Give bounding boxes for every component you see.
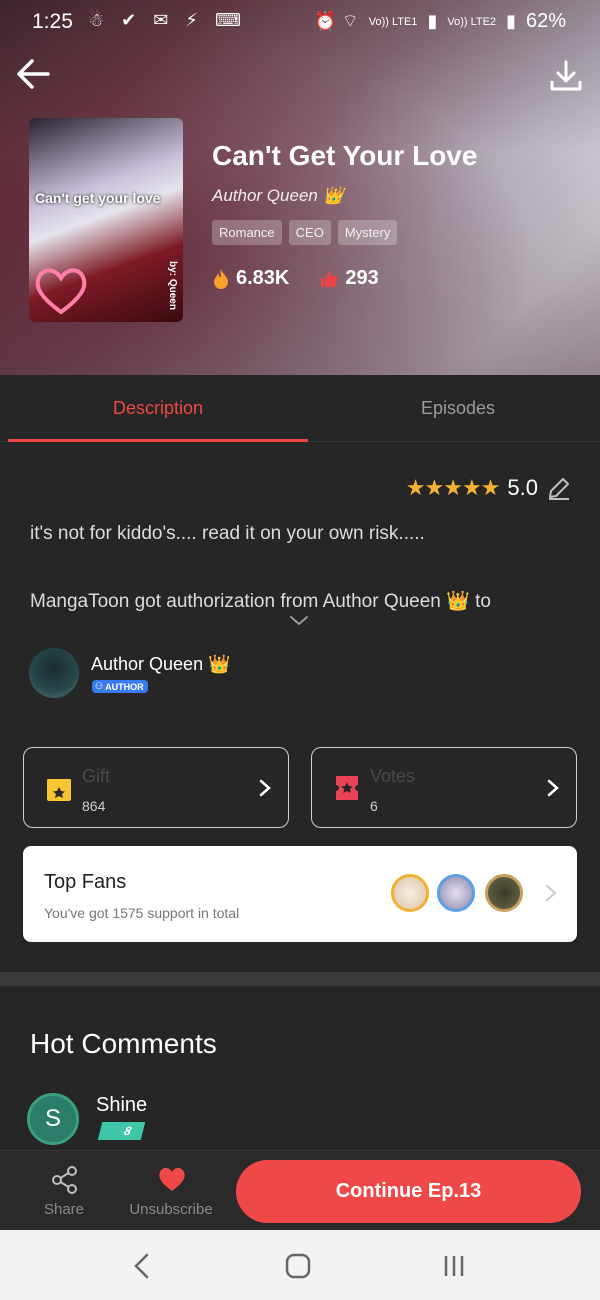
author-name[interactable]: Author Queen 👑 [91,654,231,675]
network-1: Vo)) LTE1 [368,15,418,28]
book-cover[interactable]: Can't get your love by: Queen [29,118,183,322]
cover-title: Can't get your love [35,190,161,206]
unsubscribe-label: Unsubscribe [129,1201,213,1218]
chevron-down-icon[interactable] [288,614,310,628]
section-divider [0,972,600,986]
fan-avatar [485,874,523,912]
share-icon [52,1166,77,1194]
commenter-avatar[interactable]: S [27,1093,79,1145]
badge-icon: ⚇ [95,681,104,691]
recents-nav-icon[interactable] [434,1250,474,1282]
tag-mystery[interactable]: Mystery [337,220,398,245]
author-line[interactable]: Author Queen 👑 [212,186,477,206]
status-bar: 1:25 ☃ ✔ ✉ ⚡ ⌨ ⏰ ⌔ Vo)) LTE1 ▮ Vo)) LTE2… [0,0,600,44]
tab-description[interactable]: Description [8,375,308,442]
action-bar: Share Unsubscribe Continue Ep.13 [0,1150,600,1230]
chevron-right-icon [259,779,271,797]
chevron-right-icon [546,885,557,901]
book-stats: 6.83K 293 [212,267,477,290]
votes-button[interactable]: Votes 6 [311,747,577,828]
votes-label: Votes [370,766,416,786]
fan-avatar [437,874,475,912]
title-block: Can't Get Your Love Author Queen 👑 Roman… [212,140,477,290]
battery-level: 62% [525,10,566,32]
author-badge-label: AUTHOR [105,681,144,692]
signal-icon: ▮ [427,11,438,31]
cover-byline: by: Queen [167,261,179,310]
description-line-2: MangaToon got authorization from Author … [30,591,491,612]
fire-icon [214,268,228,289]
edit-pencil-icon[interactable] [546,475,572,501]
views-stat: 6.83K [212,267,289,290]
alarm-wifi-icons: ⏰ ⌔ [314,11,359,31]
gift-button[interactable]: Gift 864 [23,747,289,828]
system-nav-bar [0,1230,600,1300]
gift-count: 864 [82,798,106,814]
back-button[interactable] [14,54,54,94]
likes-stat: 293 [319,267,379,290]
home-nav-icon[interactable] [278,1250,318,1282]
chevron-right-icon [547,779,559,797]
signal-icon: ▮ [506,11,516,31]
heart-icon [35,268,87,315]
download-icon [550,60,582,91]
tab-episodes[interactable]: Episodes [308,375,600,442]
description-line-1: it's not for kiddo's.... read it on your… [30,523,425,544]
gift-icon [47,779,71,801]
rating: ★★★★★ 5.0 [406,475,572,501]
level-badge: 8 [97,1122,146,1140]
top-fans-card[interactable]: Top Fans You've got 1575 support in tota… [23,846,577,942]
author-avatar[interactable] [29,648,79,698]
notification-icons: ☃ ✔ ✉ ⚡ ⌨ [88,10,247,30]
status-time: 1:25 [32,10,73,33]
likes-count: 293 [345,267,379,289]
back-arrow-icon [17,59,50,89]
votes-count: 6 [370,798,378,814]
rating-stars: ★★★★★ [405,475,501,500]
detail-tabs: Description Episodes [0,375,600,442]
unsubscribe-button[interactable]: Unsubscribe [121,1151,221,1231]
share-button[interactable]: Share [14,1151,114,1231]
gift-label: Gift [82,766,111,786]
network-2: Vo)) LTE2 [447,15,497,28]
back-nav-icon[interactable] [122,1250,162,1282]
fan-avatar [391,874,429,912]
thumbs-up-icon [321,270,339,287]
genre-tags: Romance CEO Mystery [212,220,477,245]
book-title: Can't Get Your Love [212,140,478,171]
top-fans-title: Top Fans [44,871,127,893]
commenter-name[interactable]: Shine [96,1094,147,1117]
continue-reading-button[interactable]: Continue Ep.13 [236,1160,581,1223]
author-badge: ⚇ AUTHOR [92,680,148,693]
tag-ceo[interactable]: CEO [288,220,331,245]
avatar-initial: S [44,1105,61,1132]
hot-comments-title: Hot Comments [30,1028,217,1059]
top-fans-subtitle: You've got 1575 support in total [44,905,240,921]
ticket-icon [334,776,360,800]
download-button[interactable] [546,56,586,96]
status-right: ⏰ ⌔ Vo)) LTE1 ▮ Vo)) LTE2 ▮ 62% [314,10,566,33]
tag-romance[interactable]: Romance [212,220,282,245]
share-label: Share [43,1201,85,1218]
rating-value: 5.0 [507,475,538,500]
views-count: 6.83K [236,267,290,289]
heart-icon [159,1167,185,1191]
